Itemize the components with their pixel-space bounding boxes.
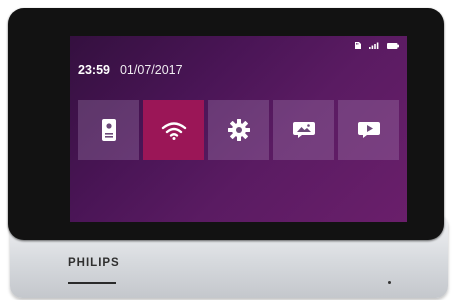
tile-wifi[interactable] [143, 100, 204, 160]
date-label: 01/07/2017 [119, 63, 183, 77]
tile-door-station[interactable] [78, 100, 139, 160]
wifi-icon [161, 122, 186, 140]
tile-videos[interactable] [338, 100, 399, 160]
menu-tiles [78, 100, 399, 160]
video-icon [357, 122, 380, 138]
settings-icon [227, 119, 250, 141]
indicator-dot [388, 281, 391, 284]
battery-icon [387, 42, 399, 49]
photo-icon [292, 122, 315, 138]
tile-photos[interactable] [273, 100, 334, 160]
door-station-icon [101, 119, 116, 141]
indicator-line [68, 282, 116, 284]
status-bar [354, 42, 399, 49]
time-label: 23:59 [78, 63, 110, 77]
brand-logo: PHILIPS [68, 257, 120, 269]
signal-icon [369, 42, 379, 49]
sd-card-icon [355, 42, 361, 49]
tile-settings[interactable] [208, 100, 269, 160]
screen: 23:59 01/07/2017 [70, 36, 407, 222]
clock: 23:59 01/07/2017 [78, 63, 183, 77]
